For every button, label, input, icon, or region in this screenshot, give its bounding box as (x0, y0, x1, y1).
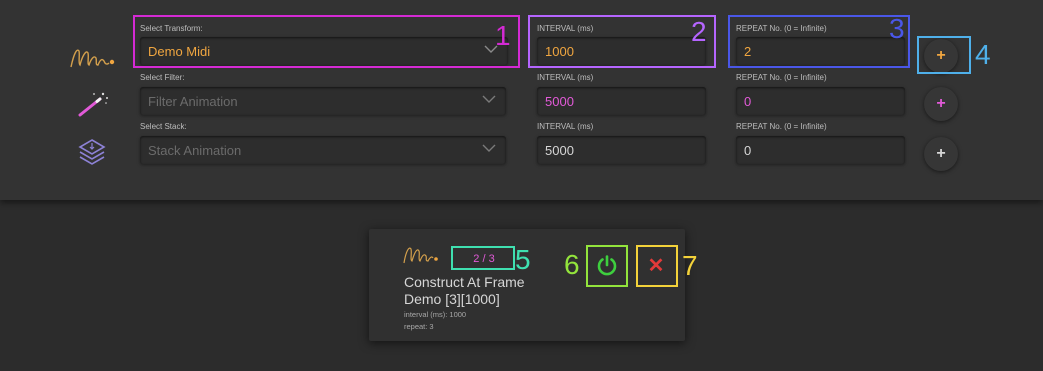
filter-select[interactable]: Filter Animation (140, 87, 506, 115)
annotation-label-6: 6 (564, 249, 580, 280)
annotation-label-3: 3 (889, 13, 905, 44)
filter-interval-label: INTERVAL (ms) (537, 73, 594, 82)
annotation-box-4 (917, 36, 971, 74)
chevron-down-icon (482, 144, 496, 152)
filter-interval-input[interactable]: 5000 (537, 87, 706, 115)
filter-repeat-input[interactable]: 0 (736, 87, 905, 115)
card-interval-text: interval (ms): 1000 (404, 310, 467, 319)
annotation-box-2 (528, 15, 716, 68)
filter-interval-value: 5000 (545, 93, 574, 109)
annotation-box-6 (586, 245, 628, 287)
filter-repeat-value: 0 (744, 93, 752, 109)
add-filter-button[interactable]: + (924, 87, 958, 121)
add-stack-label: + (936, 145, 946, 162)
annotation-label-2: 2 (691, 16, 707, 47)
stack-select-value: Stack Animation (148, 142, 242, 158)
filter-select-label: Select Filter: (140, 73, 185, 82)
stack-select[interactable]: Stack Animation (140, 136, 506, 164)
card-repeat-text: repeat: 3 (404, 322, 434, 331)
layers-stack-icon (66, 135, 118, 171)
midi-signature-icon (402, 244, 440, 271)
add-stack-button[interactable]: + (924, 137, 958, 171)
filter-select-value: Filter Animation (148, 93, 238, 109)
add-filter-label: + (936, 95, 946, 112)
annotation-box-7 (636, 245, 678, 287)
stack-select-label: Select Stack: (140, 122, 187, 131)
stack-repeat-input[interactable]: 0 (736, 136, 905, 164)
filter-repeat-label: REPEAT No. (0 = Infinite) (736, 73, 827, 82)
stack-interval-value: 5000 (545, 142, 574, 158)
animation-settings-panel: Select Transform: Demo Midi INTERVAL (ms… (0, 0, 1043, 200)
annotation-label-1: 1 (495, 20, 511, 51)
annotation-label-4: 4 (975, 39, 991, 70)
magic-wand-icon (66, 86, 118, 122)
stack-interval-input[interactable]: 5000 (537, 136, 706, 164)
annotation-box-5 (451, 246, 515, 270)
chevron-down-icon (482, 95, 496, 103)
annotation-label-7: 7 (682, 250, 698, 281)
card-title-line1: Construct At Frame (404, 274, 525, 290)
annotation-label-5: 5 (515, 244, 531, 275)
midi-signature-icon (66, 40, 118, 76)
stack-repeat-value: 0 (744, 142, 752, 158)
card-title-line2: Demo [3][1000] (404, 291, 500, 307)
annotation-box-3 (728, 15, 910, 68)
annotation-box-1 (133, 15, 520, 68)
stack-repeat-label: REPEAT No. (0 = Infinite) (736, 122, 827, 131)
stack-interval-label: INTERVAL (ms) (537, 122, 594, 131)
